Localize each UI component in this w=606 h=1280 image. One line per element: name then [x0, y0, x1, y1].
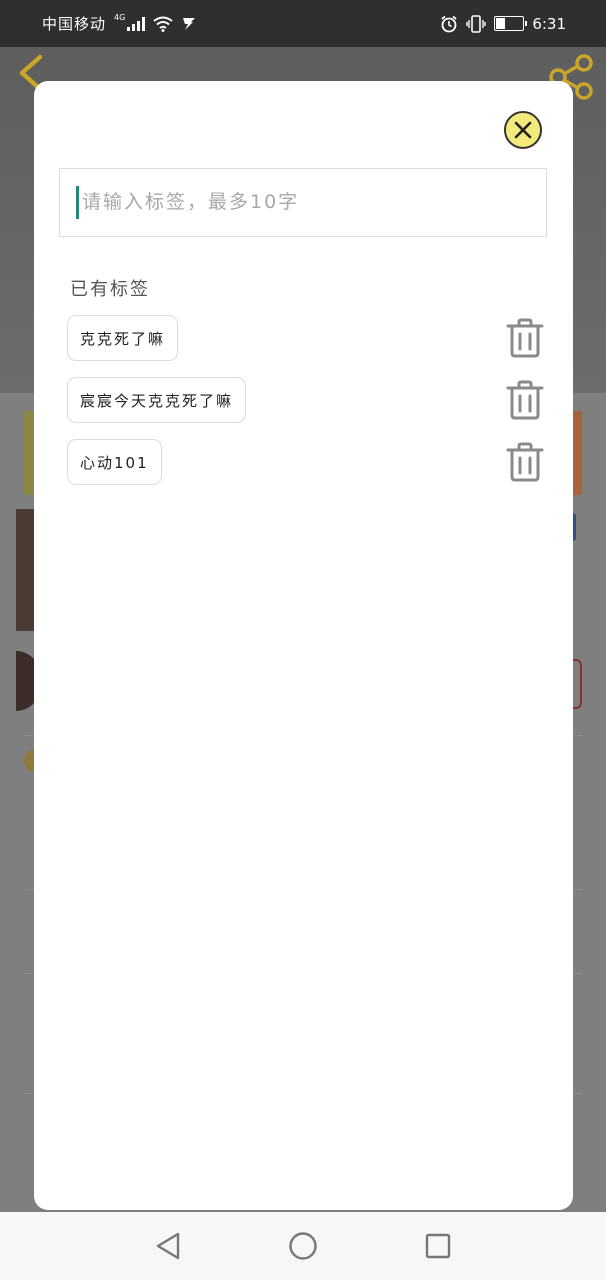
tag-row: 克克死了嘛: [67, 315, 545, 363]
usb-icon: [181, 16, 197, 32]
tag-row: 心动101: [67, 439, 545, 487]
tag-chip[interactable]: 心动101: [67, 439, 162, 485]
back-triangle-icon[interactable]: [148, 1226, 188, 1266]
existing-tags-title: 已有标签: [70, 279, 150, 300]
tag-chip[interactable]: 克克死了嘛: [67, 315, 179, 361]
status-left: 中国移动 4G: [42, 13, 197, 34]
trash-icon[interactable]: [505, 379, 545, 421]
status-bar: 中国移动 4G 6:31: [0, 0, 606, 47]
background-button: [572, 659, 582, 709]
trash-icon[interactable]: [505, 441, 545, 483]
tag-chip[interactable]: 宸宸今天克克死了嘛: [67, 377, 247, 423]
battery-icon: [494, 16, 528, 31]
tag-row: 宸宸今天克克死了嘛: [67, 377, 545, 425]
carrier-label: 中国移动: [42, 15, 107, 33]
status-right: 6:31: [440, 15, 566, 33]
text-caret: [76, 186, 79, 219]
close-icon: [514, 121, 532, 139]
clock: 6:31: [532, 14, 566, 33]
network-type: 4G: [114, 13, 126, 22]
vibrate-icon: [466, 14, 487, 33]
tag-modal: 已有标签 克克死了嘛 宸宸今天克克死了嘛 心动101: [34, 81, 573, 1210]
background-photo: [16, 509, 36, 631]
tag-input[interactable]: [82, 169, 532, 235]
trash-icon[interactable]: [505, 317, 545, 359]
signal-icon: [127, 16, 146, 31]
wifi-icon: [153, 16, 173, 32]
recents-square-icon[interactable]: [418, 1226, 458, 1266]
tag-input-box[interactable]: [59, 168, 547, 237]
navigation-bar: [0, 1212, 606, 1280]
alarm-icon: [440, 15, 458, 33]
close-button[interactable]: [504, 111, 542, 149]
home-circle-icon[interactable]: [283, 1226, 323, 1266]
